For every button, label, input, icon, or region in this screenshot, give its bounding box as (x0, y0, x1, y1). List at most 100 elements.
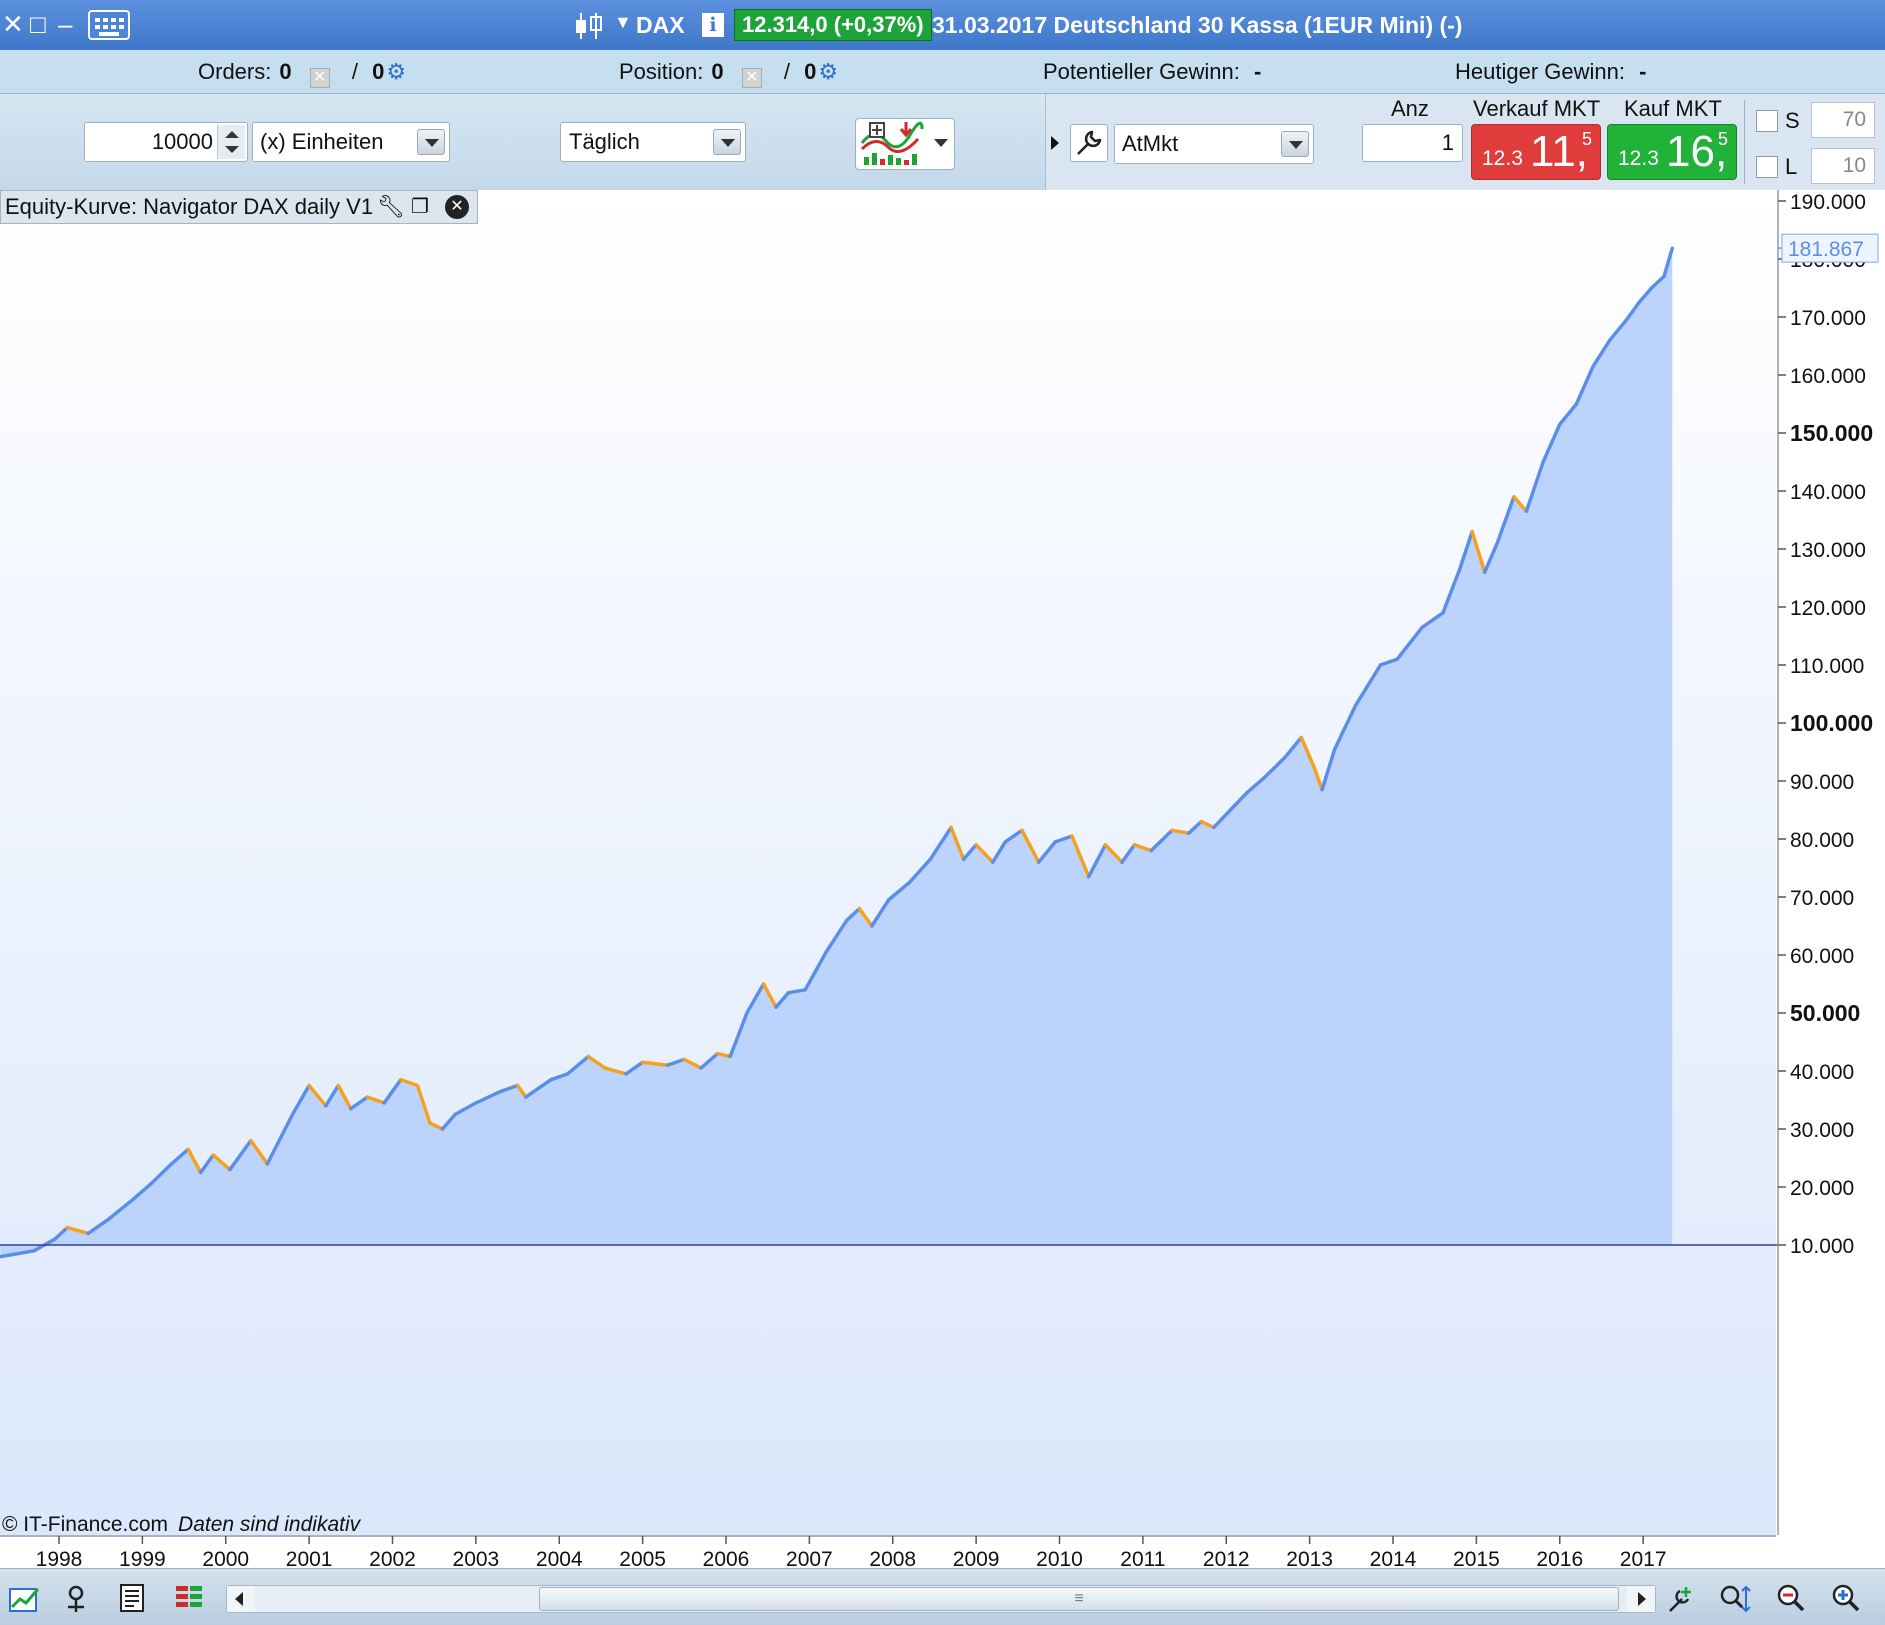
sell-price-sup: 5 (1581, 129, 1592, 149)
orders-separator: / (351, 59, 358, 84)
x-tick-label: 2004 (536, 1548, 583, 1568)
scroll-left-icon[interactable] (227, 1586, 255, 1612)
buy-market-button[interactable]: 12.3 16, 5 (1607, 124, 1737, 180)
drawing-tool-icon[interactable] (1666, 1583, 1700, 1613)
wrench-icon (1077, 130, 1102, 155)
x-tick-label: 2012 (1203, 1548, 1250, 1568)
x-tick-label: 1998 (36, 1548, 83, 1568)
potential-profit-label: Potentieller Gewinn: (1043, 59, 1240, 84)
ticker-symbol[interactable]: DAX (636, 10, 685, 40)
buy-price-small: 12.3 (1618, 147, 1659, 170)
wrench-button[interactable] (1070, 124, 1108, 162)
orders-value: 0 (279, 59, 292, 84)
x-tick-label: 2005 (619, 1548, 666, 1568)
quote-badge: 12.314,0 (+0,37%) (734, 9, 932, 41)
gear-icon[interactable]: ⚙ (818, 58, 838, 86)
chevron-down-icon[interactable] (417, 129, 445, 155)
y-tick-label: 140.000 (1790, 481, 1866, 504)
x-tick-label: 2006 (703, 1548, 750, 1568)
wrench-icon[interactable]: 🔧︎ (377, 195, 405, 219)
zoom-in-icon[interactable] (1830, 1583, 1864, 1613)
limit-label: L (1785, 154, 1798, 179)
today-profit: Heutiger Gewinn: - (1455, 58, 1646, 86)
chart-trend-icon[interactable] (8, 1583, 42, 1613)
crosshair-tool-icon[interactable] (62, 1583, 96, 1613)
indicator-dropdown-icon[interactable] (934, 139, 948, 147)
sell-price-big: 11, (1530, 127, 1588, 176)
add-indicator-button[interactable] (855, 118, 955, 170)
orders-status: Orders: 0 ✕ / 0⚙ (198, 58, 406, 88)
timeframe-select[interactable]: Täglich (560, 122, 746, 162)
panel-toggle-icon[interactable] (1051, 136, 1059, 150)
close-chart-icon[interactable]: ✕ (445, 195, 469, 219)
anz-input[interactable]: 1 (1362, 124, 1463, 162)
chevron-down-icon[interactable] (713, 129, 741, 155)
restore-window-icon[interactable]: ❐ (411, 195, 429, 219)
quantity-stepper[interactable]: 10000 (84, 122, 248, 162)
scrollbar-thumb[interactable]: ≡ (539, 1587, 1619, 1611)
cancel-orders-icon[interactable]: ✕ (309, 68, 330, 88)
chart-title: Equity-Kurve: Navigator DAX daily V1 (5, 194, 374, 219)
chevron-down-icon[interactable] (1281, 131, 1309, 157)
y-tick-label: 40.000 (1790, 1061, 1854, 1084)
x-tick-label: 2010 (1036, 1548, 1083, 1568)
equity-chart[interactable]: 10.000 20.000 30.000 40.000 50.000 60.000 70.0… (0, 190, 1885, 1568)
gear-icon[interactable]: ⚙ (386, 58, 406, 86)
panel-divider (1744, 100, 1745, 184)
stop-checkbox[interactable] (1756, 110, 1778, 132)
equity-chart-svg: 10.000 20.000 30.000 40.000 50.000 60.000 70.0… (0, 190, 1879, 1568)
order-type-select[interactable]: AtMkt (1114, 124, 1314, 164)
trade-panel: AtMkt Anz 1 Verkauf MKT 12.3 11, 5 Kauf … (1045, 94, 1885, 190)
info-icon[interactable]: i (702, 13, 724, 37)
unit-select[interactable]: (x) Einheiten (252, 122, 450, 162)
scroll-right-icon[interactable] (1627, 1586, 1655, 1612)
x-tick-label: 2017 (1620, 1548, 1667, 1568)
sell-market-button[interactable]: 12.3 11, 5 (1471, 124, 1601, 180)
candlestick-icon[interactable] (574, 11, 606, 41)
y-tick-label: 130.000 (1790, 539, 1866, 562)
keyboard-icon[interactable] (88, 10, 130, 40)
x-tick-label: 2014 (1370, 1548, 1417, 1568)
x-tick-label: 2015 (1453, 1548, 1500, 1568)
auto-zoom-icon[interactable] (1718, 1583, 1752, 1613)
stop-label: S (1785, 108, 1800, 133)
y-tick-label: 170.000 (1790, 307, 1866, 330)
anz-value: 1 (1441, 130, 1454, 155)
horizontal-scrollbar[interactable]: ≡ (226, 1585, 1656, 1613)
copyright-text: © IT-Finance.com (2, 1513, 169, 1536)
orders-label: Orders: (198, 59, 272, 84)
y-tick-label: 80.000 (1790, 829, 1854, 852)
spinner-arrows-icon[interactable] (217, 125, 245, 159)
copyright-notice: © IT-Finance.com Daten sind indikativ (2, 1512, 360, 1538)
report-icon[interactable] (116, 1583, 150, 1613)
minimize-window-icon[interactable]: – (58, 8, 72, 40)
position-auto-value: 0 (804, 59, 817, 84)
position-label: Position: (619, 59, 704, 84)
unit-value: (x) Einheiten (260, 129, 384, 154)
y-tick-label: 10.000 (1790, 1235, 1854, 1258)
y-tick-label: 20.000 (1790, 1177, 1854, 1200)
buy-label: Kauf MKT (1624, 96, 1722, 121)
close-window-icon[interactable]: ✕ (2, 8, 24, 40)
y-tick-label: 120.000 (1790, 597, 1866, 620)
stop-input[interactable]: 70 (1811, 102, 1875, 138)
quantity-value: 10000 (151, 129, 213, 154)
orderbook-icon[interactable] (172, 1583, 206, 1613)
maximize-window-icon[interactable]: □ (30, 8, 46, 40)
position-status: Position: 0 ✕ / 0⚙ (619, 58, 838, 88)
limit-checkbox[interactable] (1756, 156, 1778, 178)
x-tick-label: 2008 (869, 1548, 916, 1568)
x-tick-label: 2001 (286, 1548, 333, 1568)
zoom-out-icon[interactable] (1775, 1583, 1809, 1613)
today-profit-value: - (1639, 59, 1647, 84)
ticker-dropdown-icon[interactable]: ▼ (614, 12, 632, 33)
close-position-icon[interactable]: ✕ (741, 68, 762, 88)
today-profit-label: Heutiger Gewinn: (1455, 59, 1625, 84)
buy-price-sup: 5 (1717, 129, 1728, 149)
y-tick-label: 70.000 (1790, 887, 1854, 910)
sell-label: Verkauf MKT (1473, 96, 1601, 121)
x-tick-label: 1999 (119, 1548, 166, 1568)
limit-input[interactable]: 10 (1811, 148, 1875, 184)
y-tick-label: 90.000 (1790, 771, 1854, 794)
y-tick-label: 190.000 (1790, 191, 1866, 214)
